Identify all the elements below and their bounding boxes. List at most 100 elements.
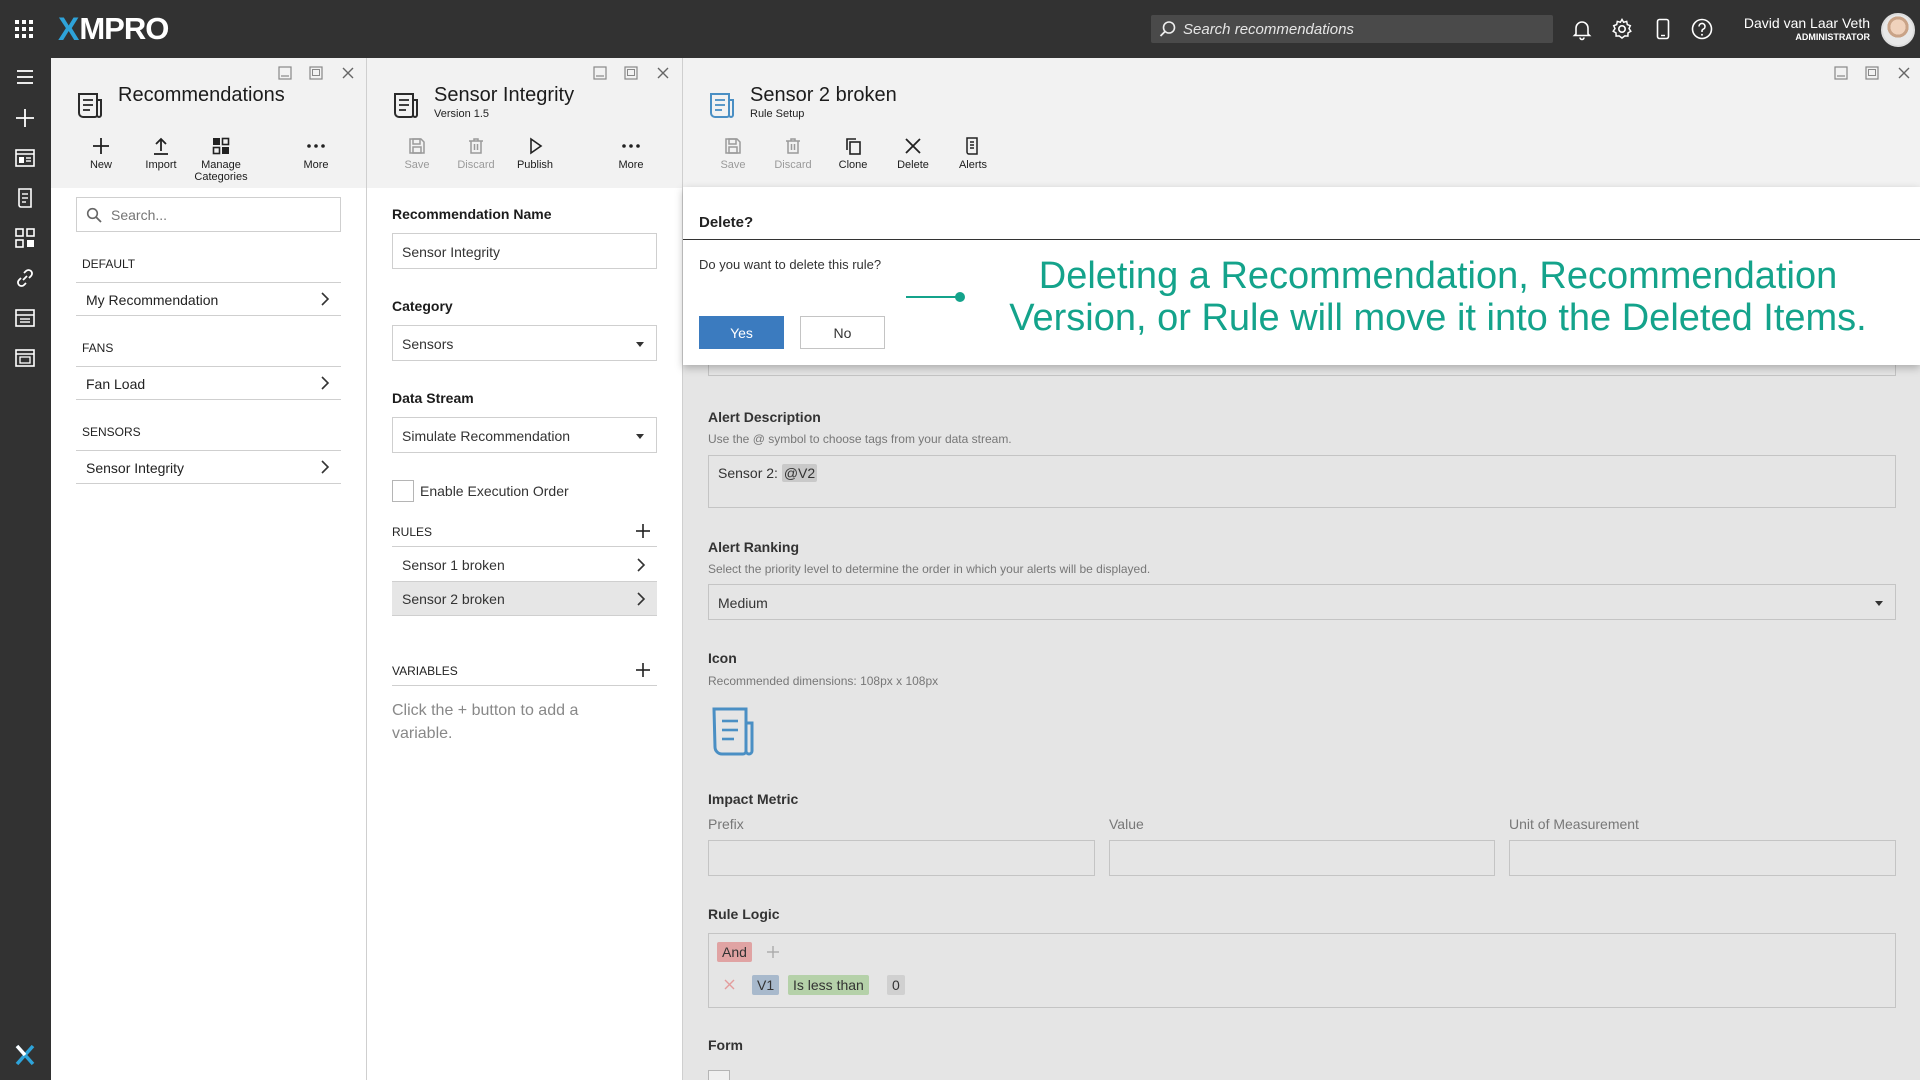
yes-button[interactable]: Yes	[699, 316, 784, 349]
more-button[interactable]: More	[286, 136, 346, 171]
link-icon[interactable]	[13, 266, 37, 290]
list-item-label: Sensor Integrity	[86, 460, 185, 476]
avatar[interactable]	[1881, 13, 1915, 47]
delete-dialog: Delete? Do you want to delete this rule?…	[683, 187, 1920, 365]
play-icon	[530, 137, 543, 155]
chevron-right-icon	[637, 558, 646, 572]
minimize-icon[interactable]	[278, 66, 292, 80]
prefix-label: Prefix	[708, 816, 744, 832]
save-button[interactable]: Save	[387, 136, 447, 171]
value-chip[interactable]: 0	[887, 975, 905, 995]
help-icon[interactable]	[1690, 17, 1714, 41]
new-button[interactable]: New	[71, 136, 131, 171]
page-subtitle: Rule Setup	[750, 108, 805, 120]
search-bar[interactable]	[1151, 15, 1553, 43]
save-label: Save	[404, 159, 430, 171]
xmpro-logo[interactable]: X MPRO	[58, 11, 169, 47]
list-item[interactable]: Sensor Integrity	[76, 450, 341, 484]
unit-label: Unit of Measurement	[1509, 816, 1639, 832]
user-info[interactable]: David van Laar Veth ADMINISTRATOR	[1744, 15, 1870, 43]
menu-icon[interactable]	[13, 65, 37, 89]
add-variable-icon[interactable]	[635, 662, 651, 678]
field-value: Medium	[718, 595, 768, 611]
delete-button[interactable]: Delete	[883, 136, 943, 171]
plus-icon	[93, 138, 109, 154]
rule-icon	[710, 93, 734, 118]
chevron-right-icon	[321, 292, 330, 306]
rules-header-label: RULES	[392, 525, 433, 539]
list-item[interactable]: My Recommendation	[76, 282, 341, 316]
discard-button[interactable]: Discard	[446, 136, 506, 171]
recommendations-icon[interactable]	[13, 186, 37, 210]
publish-button[interactable]: Publish	[505, 136, 565, 171]
add-icon[interactable]	[13, 106, 37, 130]
list-item[interactable]: Fan Load	[76, 366, 341, 400]
data-stream-select[interactable]: Simulate Recommendation	[392, 417, 657, 453]
minimize-icon[interactable]	[1834, 66, 1848, 80]
callout-dot	[955, 292, 965, 302]
clone-button[interactable]: Clone	[823, 136, 883, 171]
close-icon[interactable]	[656, 66, 670, 80]
user-name: David van Laar Veth	[1743, 15, 1870, 31]
maximize-icon[interactable]	[309, 66, 323, 80]
alert-ranking-select[interactable]: Medium	[708, 584, 1896, 620]
manage-categories-button[interactable]: Manage Categories	[191, 136, 251, 183]
add-condition-icon[interactable]	[767, 946, 779, 958]
minimize-icon[interactable]	[593, 66, 607, 80]
save-button[interactable]: Save	[703, 136, 763, 171]
recommendations-search[interactable]	[76, 197, 341, 232]
icon-label: Icon	[708, 650, 737, 666]
discard-button[interactable]: Discard	[763, 136, 823, 171]
form-checkbox-partial[interactable]	[708, 1070, 730, 1080]
variable-chip[interactable]: V1	[752, 975, 780, 995]
gear-icon[interactable]	[1610, 17, 1634, 41]
prefix-field[interactable]	[708, 840, 1095, 876]
add-rule-icon[interactable]	[635, 523, 651, 539]
alerts-button[interactable]: Alerts	[943, 136, 1003, 171]
category-select[interactable]: Sensors	[392, 325, 657, 361]
bell-icon[interactable]	[1570, 17, 1594, 41]
dashboard-icon[interactable]	[13, 146, 37, 170]
import-button[interactable]: Import	[131, 136, 191, 171]
alert-description-field[interactable]: Sensor 2: @V2	[708, 455, 1896, 508]
apps-icon[interactable]	[13, 226, 37, 250]
recommendation-name-field[interactable]: Sensor Integrity	[392, 233, 657, 269]
close-icon[interactable]	[1897, 66, 1911, 80]
calendar-icon[interactable]	[13, 346, 37, 370]
operator-chip[interactable]: Is less than	[788, 975, 869, 995]
app-launcher-icon[interactable]	[14, 19, 34, 39]
logo-text: MPRO	[79, 11, 169, 46]
maximize-icon[interactable]	[624, 66, 638, 80]
alert-ranking-hint: Select the priority level to determine t…	[708, 562, 1151, 576]
rule-item-selected[interactable]: Sensor 2 broken	[392, 582, 657, 616]
more-label: More	[618, 159, 644, 171]
rule-logic-builder: And V1 Is less than 0	[708, 933, 1896, 1008]
user-role: ADMINISTRATOR	[1795, 32, 1870, 42]
mobile-icon[interactable]	[1651, 17, 1675, 41]
rules-header: RULES	[392, 519, 657, 547]
remove-condition-icon[interactable]	[724, 979, 735, 990]
chevron-right-icon	[637, 592, 646, 606]
pane-header: Recommendations New Import Manage Catego…	[51, 58, 366, 188]
rule-icon-preview[interactable]	[708, 703, 764, 759]
close-icon[interactable]	[341, 66, 355, 80]
rule-item[interactable]: Sensor 1 broken	[392, 548, 657, 582]
search-input[interactable]	[1183, 15, 1543, 43]
value-field[interactable]	[1109, 840, 1495, 876]
recommendation-pane: Sensor Integrity Version 1.5 Save Discar…	[367, 58, 683, 1080]
discard-label: Discard	[457, 159, 495, 171]
xmpro-logo-icon[interactable]	[13, 1043, 37, 1067]
maximize-icon[interactable]	[1865, 66, 1879, 80]
unit-field[interactable]	[1509, 840, 1896, 876]
categories-icon	[212, 137, 230, 155]
more-button[interactable]: More	[601, 136, 661, 171]
search-icon	[1159, 21, 1176, 37]
and-operator[interactable]: And	[717, 942, 752, 962]
execution-order-checkbox[interactable]	[392, 480, 414, 502]
manage-label-line2: Categories	[194, 171, 248, 183]
alert-description-label: Alert Description	[708, 409, 821, 425]
value-label: Value	[1109, 816, 1144, 832]
search-input[interactable]	[111, 198, 331, 231]
data-stream-icon[interactable]	[13, 306, 37, 330]
no-button[interactable]: No	[800, 316, 885, 349]
